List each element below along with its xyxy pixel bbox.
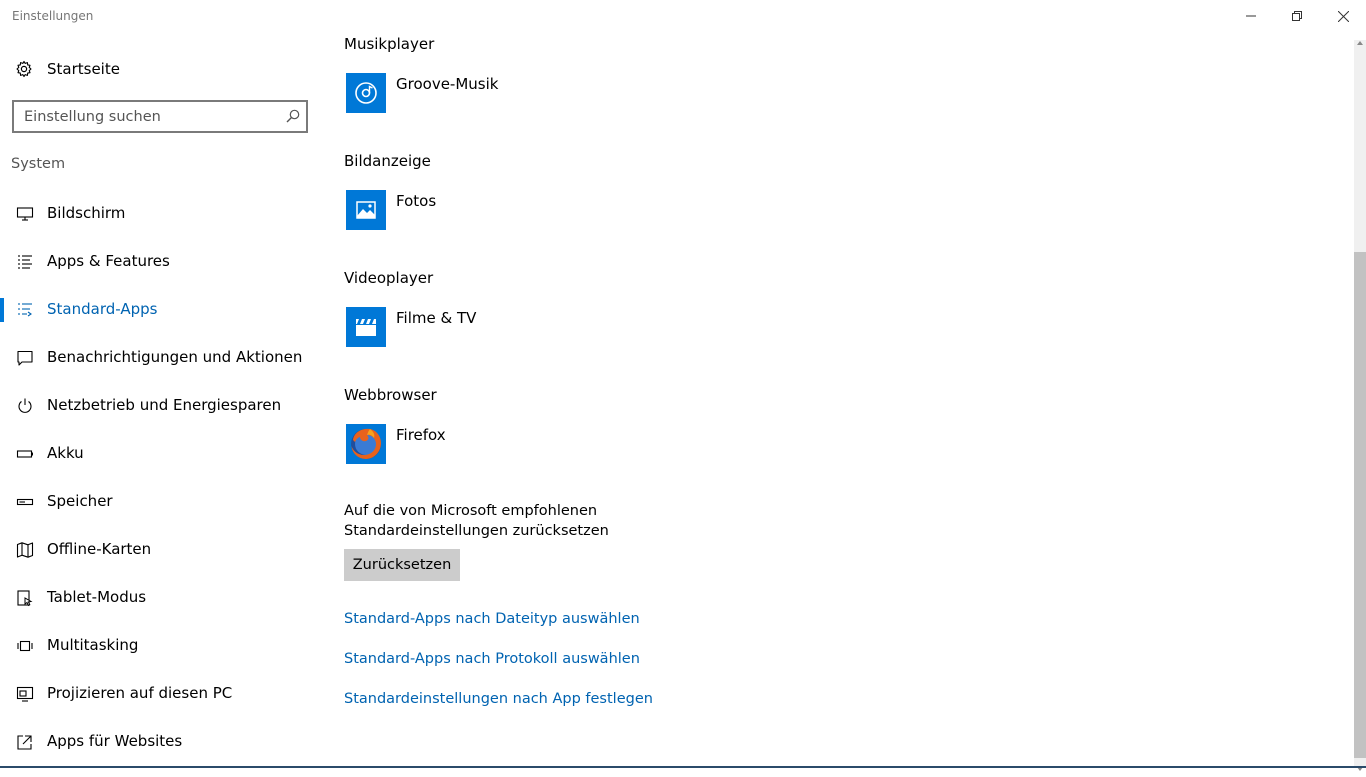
title-bar: Einstellungen xyxy=(0,0,1366,32)
sidebar-item-label: Netzbetrieb und Energiesparen xyxy=(47,396,282,414)
section-label-system: System xyxy=(11,156,66,172)
sidebar-item-apps-features[interactable]: Apps & Features xyxy=(0,238,320,286)
default-app-videoplayer[interactable]: Filme & TV xyxy=(344,307,704,351)
sidebar-item-akku[interactable]: Akku xyxy=(0,430,320,478)
photos-icon xyxy=(346,190,386,230)
restore-icon xyxy=(1292,11,1302,21)
sidebar-item-label: Standard-Apps xyxy=(47,300,158,318)
sidebar-item-speicher[interactable]: Speicher xyxy=(0,478,320,526)
sidebar-item-label: Speicher xyxy=(47,492,113,510)
firefox-icon xyxy=(346,424,386,464)
app-name: Fotos xyxy=(396,192,437,210)
default-app-webbrowser[interactable]: Firefox xyxy=(344,424,704,468)
default-app-bildanzeige[interactable]: Fotos xyxy=(344,190,704,234)
default-app-musikplayer[interactable]: Groove-Musik xyxy=(344,73,704,117)
sidebar-item-label: Tablet-Modus xyxy=(47,588,147,606)
section-title-musikplayer: Musikplayer xyxy=(344,35,435,53)
gear-icon xyxy=(16,60,32,78)
tablet-icon xyxy=(17,590,33,607)
sidebar-item-label: Bildschirm xyxy=(47,204,126,222)
sidebar-item-multitasking[interactable]: Multitasking xyxy=(0,622,320,670)
sidebar-item-label: Multitasking xyxy=(47,636,139,654)
sidebar-item-label: Apps & Features xyxy=(47,252,170,270)
sidebar-item-label: Apps für Websites xyxy=(47,732,183,750)
scroll-up-button[interactable] xyxy=(1354,32,1366,45)
sidebar-item-offline-karten[interactable]: Offline-Karten xyxy=(0,526,320,574)
sidebar-item-bildschirm[interactable]: Bildschirm xyxy=(0,190,320,238)
sidebar-item-standard-apps[interactable]: Standard-Apps xyxy=(0,286,320,334)
storage-icon xyxy=(16,498,34,506)
section-title-webbrowser: Webbrowser xyxy=(344,386,437,404)
monitor-icon xyxy=(16,207,34,221)
window-title: Einstellungen xyxy=(12,9,94,23)
section-title-videoplayer: Videoplayer xyxy=(344,269,434,287)
scroll-down-button[interactable] xyxy=(1354,758,1366,771)
movies-tv-icon xyxy=(346,307,386,347)
search-input[interactable] xyxy=(24,107,274,127)
sidebar-item-netzbetrieb[interactable]: Netzbetrieb und Energiesparen xyxy=(0,382,320,430)
sidebar-item-label: Akku xyxy=(47,444,84,462)
restore-button[interactable] xyxy=(1274,0,1320,32)
list-icon xyxy=(18,255,32,269)
minimize-icon xyxy=(1246,15,1256,17)
sidebar-item-projizieren[interactable]: Projizieren auf diesen PC xyxy=(0,670,320,718)
section-title-bildanzeige: Bildanzeige xyxy=(344,152,431,170)
reset-description: Auf die von Microsoft empfohlenen Standa… xyxy=(344,503,609,539)
default-apps-icon xyxy=(18,303,32,317)
chevron-up-icon xyxy=(1357,41,1363,45)
sidebar-item-apps-fuer-websites[interactable]: Apps für Websites xyxy=(0,718,320,766)
web-apps-icon xyxy=(17,735,32,750)
link-by-app[interactable]: Standardeinstellungen nach App festlegen xyxy=(344,691,653,707)
close-button[interactable] xyxy=(1320,0,1366,32)
groove-music-icon xyxy=(346,73,386,113)
sidebar-item-label: Projizieren auf diesen PC xyxy=(47,684,233,702)
power-icon xyxy=(18,398,32,413)
selection-indicator xyxy=(0,298,4,322)
search-icon[interactable] xyxy=(286,109,300,123)
notification-icon xyxy=(17,350,33,366)
multitasking-icon xyxy=(17,640,33,652)
link-by-file-type[interactable]: Standard-Apps nach Dateityp auswählen xyxy=(344,611,640,627)
reset-button[interactable]: Zurücksetzen xyxy=(344,549,460,581)
close-icon xyxy=(1337,10,1349,22)
link-by-protocol[interactable]: Standard-Apps nach Protokoll auswählen xyxy=(344,651,640,667)
minimize-button[interactable] xyxy=(1228,0,1274,32)
home-nav-item[interactable]: Startseite xyxy=(0,52,320,86)
scrollbar-thumb[interactable] xyxy=(1354,252,1366,758)
sidebar-item-tablet-modus[interactable]: Tablet-Modus xyxy=(0,574,320,622)
app-name: Groove-Musik xyxy=(396,75,499,93)
app-name: Firefox xyxy=(396,426,446,444)
project-icon xyxy=(16,686,34,702)
search-box[interactable] xyxy=(12,100,308,133)
map-icon xyxy=(16,542,34,558)
sidebar-item-label: Offline-Karten xyxy=(47,540,152,558)
battery-icon xyxy=(16,450,33,458)
home-label: Startseite xyxy=(47,60,120,78)
sidebar-item-label: Benachrichtigungen und Aktionen xyxy=(47,348,303,366)
app-name: Filme & TV xyxy=(396,309,477,327)
sidebar-item-benachrichtigungen[interactable]: Benachrichtigungen und Aktionen xyxy=(0,334,320,382)
sidebar-nav: Bildschirm Apps & Features Standard-Apps… xyxy=(0,190,320,766)
